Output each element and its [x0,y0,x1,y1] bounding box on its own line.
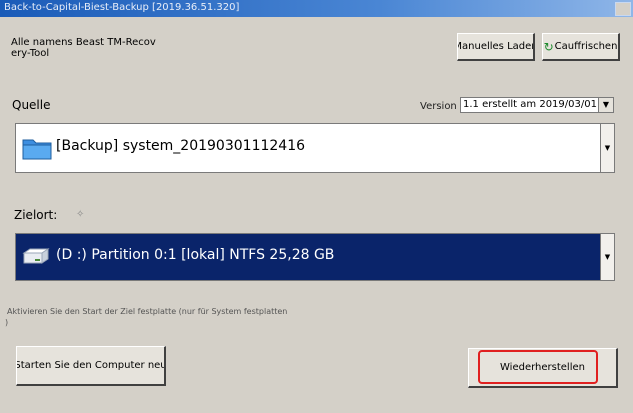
sparkle-icon: ✧ [76,209,85,220]
target-selected-text: (D :) Partition 0:1 [lokal] NTFS 25,28 G… [56,247,335,263]
window-close-button[interactable] [615,2,631,16]
app-info: Alle namens Beast TM-Recov ery-Tool [11,37,161,59]
window-title: Back-to-Capital-Biest-Backup [2019.36.51… [4,2,240,13]
chevron-down-icon[interactable]: ▼ [600,234,614,280]
chevron-down-icon[interactable]: ▼ [600,124,614,172]
source-select[interactable]: [Backup] system_20190301112416 ▼ [15,123,615,173]
target-label: Zielort: [14,208,58,222]
source-selected-text: [Backup] system_20190301112416 [56,138,306,154]
activate-boot-option-end: ) [5,318,9,327]
app-info-line1: Alle namens Beast TM-Recov [11,37,156,48]
refresh-button[interactable]: ↻ Cauffrischen [542,33,620,61]
version-select[interactable]: 1.1 erstellt am 2019/03/01 ▼ [460,97,614,113]
folder-icon [22,139,52,160]
source-label: Quelle [12,98,51,112]
title-bar: Back-to-Capital-Biest-Backup [2019.36.51… [0,0,633,17]
target-select[interactable]: (D :) Partition 0:1 [lokal] NTFS 25,28 G… [15,233,615,281]
refresh-button-label: Cauffrischen [554,41,618,52]
chevron-down-icon[interactable]: ▼ [598,98,613,112]
activate-boot-option[interactable]: Aktivieren Sie den Start der Ziel festpl… [7,307,287,316]
version-value: 1.1 erstellt am 2019/03/01 [463,99,597,110]
disk-icon [22,248,50,264]
restart-computer-button[interactable]: Starten Sie den Computer neu [16,346,166,386]
app-info-line2: ery-Tool [11,48,50,59]
restore-button[interactable]: Wiederherstellen [468,348,618,388]
manual-load-button[interactable]: Manuelles Laden [457,33,535,61]
refresh-icon: ↻ [543,39,554,54]
version-label: Version [420,101,457,112]
